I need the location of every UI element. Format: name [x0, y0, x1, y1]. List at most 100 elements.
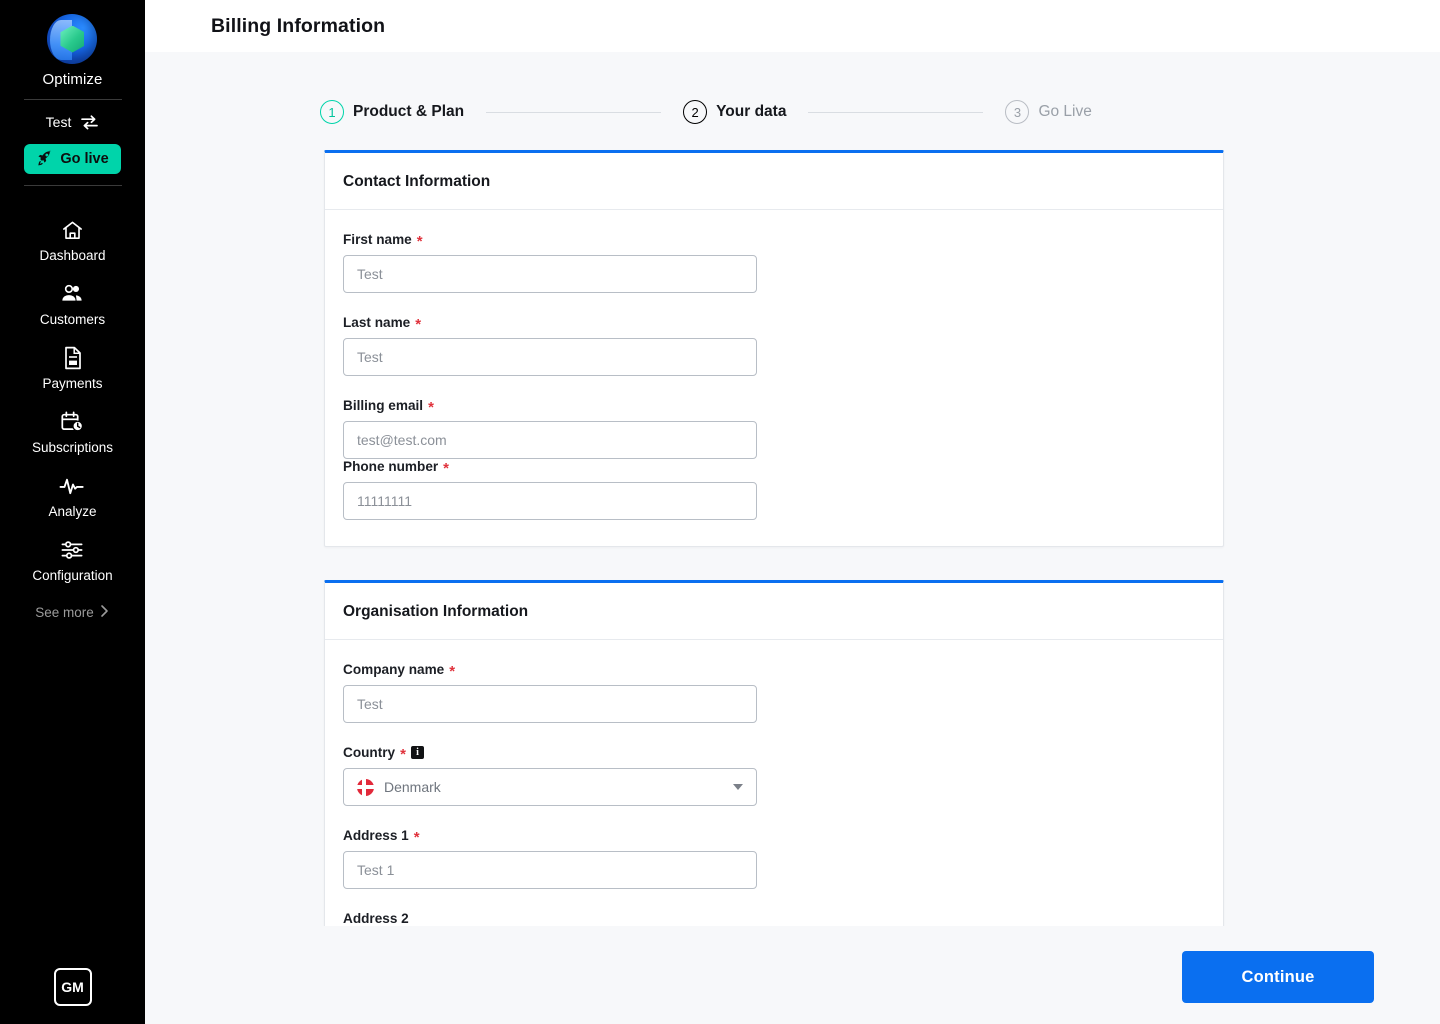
- sidebar: Optimize Test Go live Dashboard Customer…: [0, 0, 145, 1024]
- page-title: Billing Information: [211, 14, 386, 37]
- denmark-flag-icon: [357, 778, 374, 796]
- content-bottom-mask: [145, 926, 1440, 930]
- swap-arrows-icon: [80, 114, 99, 130]
- sidebar-item-label: Configuration: [32, 568, 113, 583]
- step-connector: [808, 111, 984, 113]
- company-name-input[interactable]: [343, 685, 757, 723]
- avatar-container: GM: [0, 968, 145, 1006]
- field-country: Country * i Denmark: [343, 745, 757, 806]
- first-name-input[interactable]: [343, 255, 757, 293]
- step-connector: [486, 111, 662, 113]
- billing-email-input[interactable]: [343, 421, 757, 459]
- phone-number-label: Phone number *: [343, 459, 757, 477]
- brand-name: Optimize: [42, 71, 103, 88]
- phone-number-input[interactable]: [343, 482, 757, 520]
- calendar-clock-icon: [60, 409, 85, 435]
- step-number: 3: [1005, 100, 1030, 124]
- required-asterisk: *: [413, 829, 420, 846]
- optimize-logo-icon: [47, 14, 98, 64]
- step-label: Your data: [716, 103, 787, 120]
- step-number: 1: [320, 100, 344, 124]
- top-bar: Billing Information: [145, 0, 1440, 52]
- document-payment-icon: [63, 345, 83, 371]
- billing-email-label: Billing email *: [343, 398, 757, 416]
- sidebar-item-label: Analyze: [48, 504, 97, 519]
- field-last-name: Last name *: [343, 315, 757, 376]
- step-label: Product & Plan: [353, 103, 465, 120]
- step-number: 2: [683, 100, 708, 124]
- organisation-card-title: Organisation Information: [325, 583, 1223, 640]
- sidebar-item-label: Payments: [42, 376, 103, 391]
- sidebar-divider-top: [23, 99, 122, 100]
- sidebar-item-label: Dashboard: [39, 248, 106, 263]
- sidebar-nav: Dashboard Customers Payments Subscriptio…: [0, 208, 145, 621]
- mode-label: Test: [45, 114, 72, 130]
- users-icon: [60, 281, 85, 307]
- address-1-input[interactable]: [343, 851, 757, 889]
- required-asterisk: *: [449, 663, 456, 680]
- country-label: Country * i: [343, 745, 757, 763]
- go-live-button[interactable]: Go live: [24, 144, 121, 174]
- field-billing-email: Billing email *: [343, 398, 757, 459]
- step-your-data[interactable]: 2 Your data: [683, 100, 786, 124]
- sidebar-item-analyze[interactable]: Analyze: [0, 464, 145, 528]
- sidebar-item-payments[interactable]: Payments: [0, 336, 145, 400]
- field-first-name: First name *: [343, 232, 757, 293]
- contact-card-body: First name * Last name *: [325, 210, 1223, 546]
- required-asterisk: *: [428, 399, 434, 416]
- footer-action-bar: Continue: [145, 930, 1440, 1024]
- brand-block: Optimize: [43, 0, 103, 88]
- last-name-label: Last name *: [343, 315, 757, 333]
- field-company-name: Company name *: [343, 662, 757, 723]
- required-asterisk: *: [415, 316, 422, 333]
- continue-button[interactable]: Continue: [1182, 951, 1374, 1003]
- address-1-label: Address 1 *: [343, 828, 757, 846]
- go-live-label: Go live: [60, 151, 109, 167]
- stepper: 1 Product & Plan 2 Your data 3 Go Live: [145, 52, 1440, 124]
- step-go-live[interactable]: 3 Go Live: [1005, 100, 1092, 124]
- required-asterisk: *: [416, 233, 423, 250]
- avatar[interactable]: GM: [53, 968, 92, 1006]
- sidebar-item-configuration[interactable]: Configuration: [0, 528, 145, 592]
- sliders-icon: [60, 537, 85, 563]
- label-text: Phone number: [343, 459, 439, 474]
- country-select-wrapper: Denmark: [343, 768, 757, 806]
- step-label: Go Live: [1038, 103, 1092, 120]
- main-area: Billing Information 1 Product & Plan 2 Y…: [145, 0, 1440, 1024]
- sidebar-divider-bottom: [23, 185, 122, 186]
- required-asterisk: *: [400, 746, 406, 763]
- rocket-icon: [36, 149, 53, 170]
- sidebar-item-dashboard[interactable]: Dashboard: [0, 208, 145, 272]
- country-selected-value: Denmark: [384, 779, 441, 795]
- chevron-down-icon: [733, 784, 743, 790]
- content-scroll-area: 1 Product & Plan 2 Your data 3 Go Live C…: [145, 52, 1440, 1024]
- info-icon[interactable]: i: [410, 746, 424, 759]
- label-text: Address 2: [343, 911, 409, 926]
- app-root: Optimize Test Go live Dashboard Customer…: [0, 0, 1440, 1024]
- step-product-and-plan[interactable]: 1 Product & Plan: [320, 100, 464, 124]
- contact-information-card: Contact Information First name * Test La…: [324, 150, 1224, 547]
- label-text: Billing email: [343, 398, 424, 413]
- sidebar-item-customers[interactable]: Customers: [0, 272, 145, 336]
- see-more-label: See more: [35, 605, 94, 620]
- sidebar-item-label: Customers: [39, 312, 106, 327]
- label-text: Country: [343, 745, 396, 760]
- last-name-input[interactable]: [343, 338, 757, 376]
- required-asterisk: *: [443, 460, 450, 477]
- label-text: Last name: [343, 315, 411, 330]
- sidebar-item-label: Subscriptions: [31, 440, 114, 455]
- home-icon: [61, 217, 84, 243]
- mode-switcher[interactable]: Test: [46, 106, 100, 138]
- chevron-right-icon: [99, 604, 110, 621]
- country-select[interactable]: Denmark: [343, 768, 757, 806]
- label-text: Address 1: [343, 828, 409, 843]
- pulse-icon: [59, 473, 86, 499]
- sidebar-item-subscriptions[interactable]: Subscriptions: [0, 400, 145, 464]
- address-2-label: Address 2: [343, 911, 757, 926]
- see-more-button[interactable]: See more: [35, 604, 110, 621]
- contact-card-title: Contact Information: [325, 153, 1223, 210]
- first-name-label: First name *: [343, 232, 757, 250]
- company-name-label: Company name *: [343, 662, 757, 680]
- field-phone-number: Phone number *: [343, 459, 757, 520]
- label-text: Company name: [343, 662, 445, 677]
